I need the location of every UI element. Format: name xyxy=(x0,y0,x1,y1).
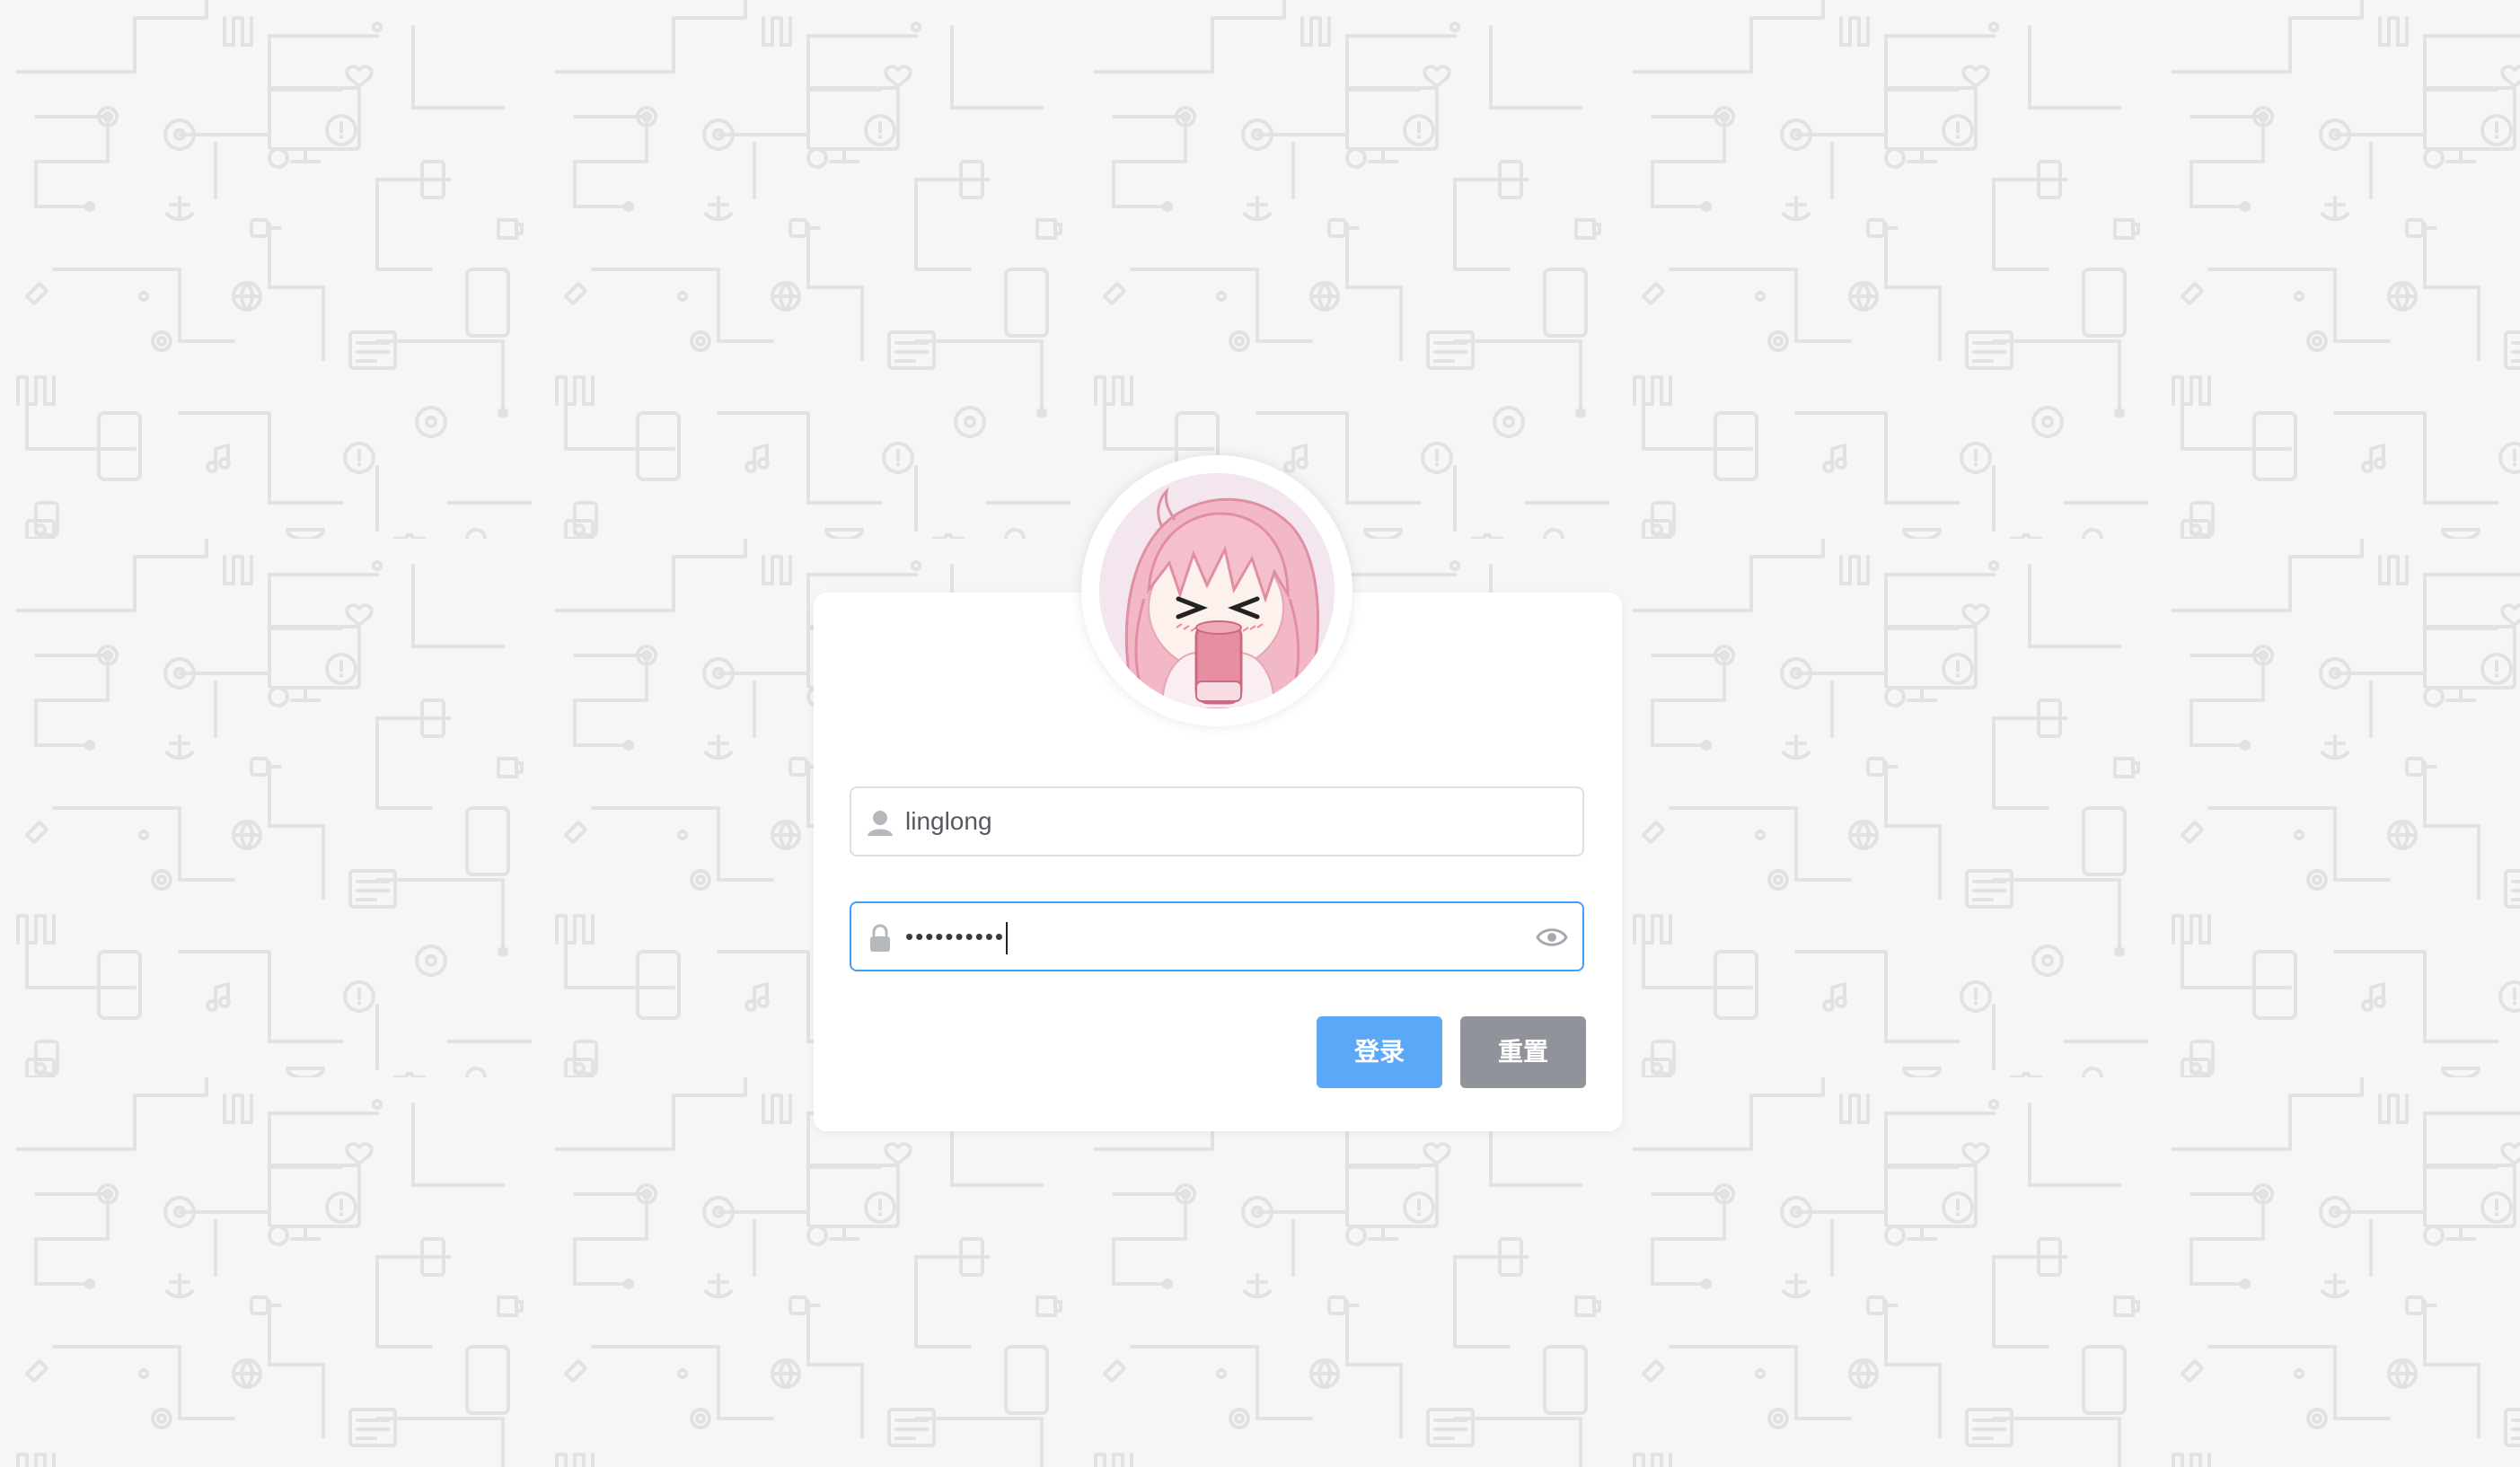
password-field[interactable]: •••••••••• xyxy=(850,901,1584,971)
text-caret xyxy=(1006,922,1009,955)
eye-icon[interactable] xyxy=(1534,918,1570,954)
username-field[interactable]: linglong xyxy=(850,786,1584,856)
avatar-frame xyxy=(1081,455,1353,726)
password-mask: •••••••••• xyxy=(905,923,1006,950)
login-button[interactable]: 登录 xyxy=(1317,1016,1442,1088)
reset-button[interactable]: 重置 xyxy=(1460,1016,1586,1088)
avatar-image xyxy=(1099,473,1335,708)
lock-icon xyxy=(862,920,898,956)
username-value: linglong xyxy=(905,807,992,835)
user-icon xyxy=(862,805,898,841)
password-value: •••••••••• xyxy=(905,903,1009,970)
avatar xyxy=(1099,473,1335,708)
